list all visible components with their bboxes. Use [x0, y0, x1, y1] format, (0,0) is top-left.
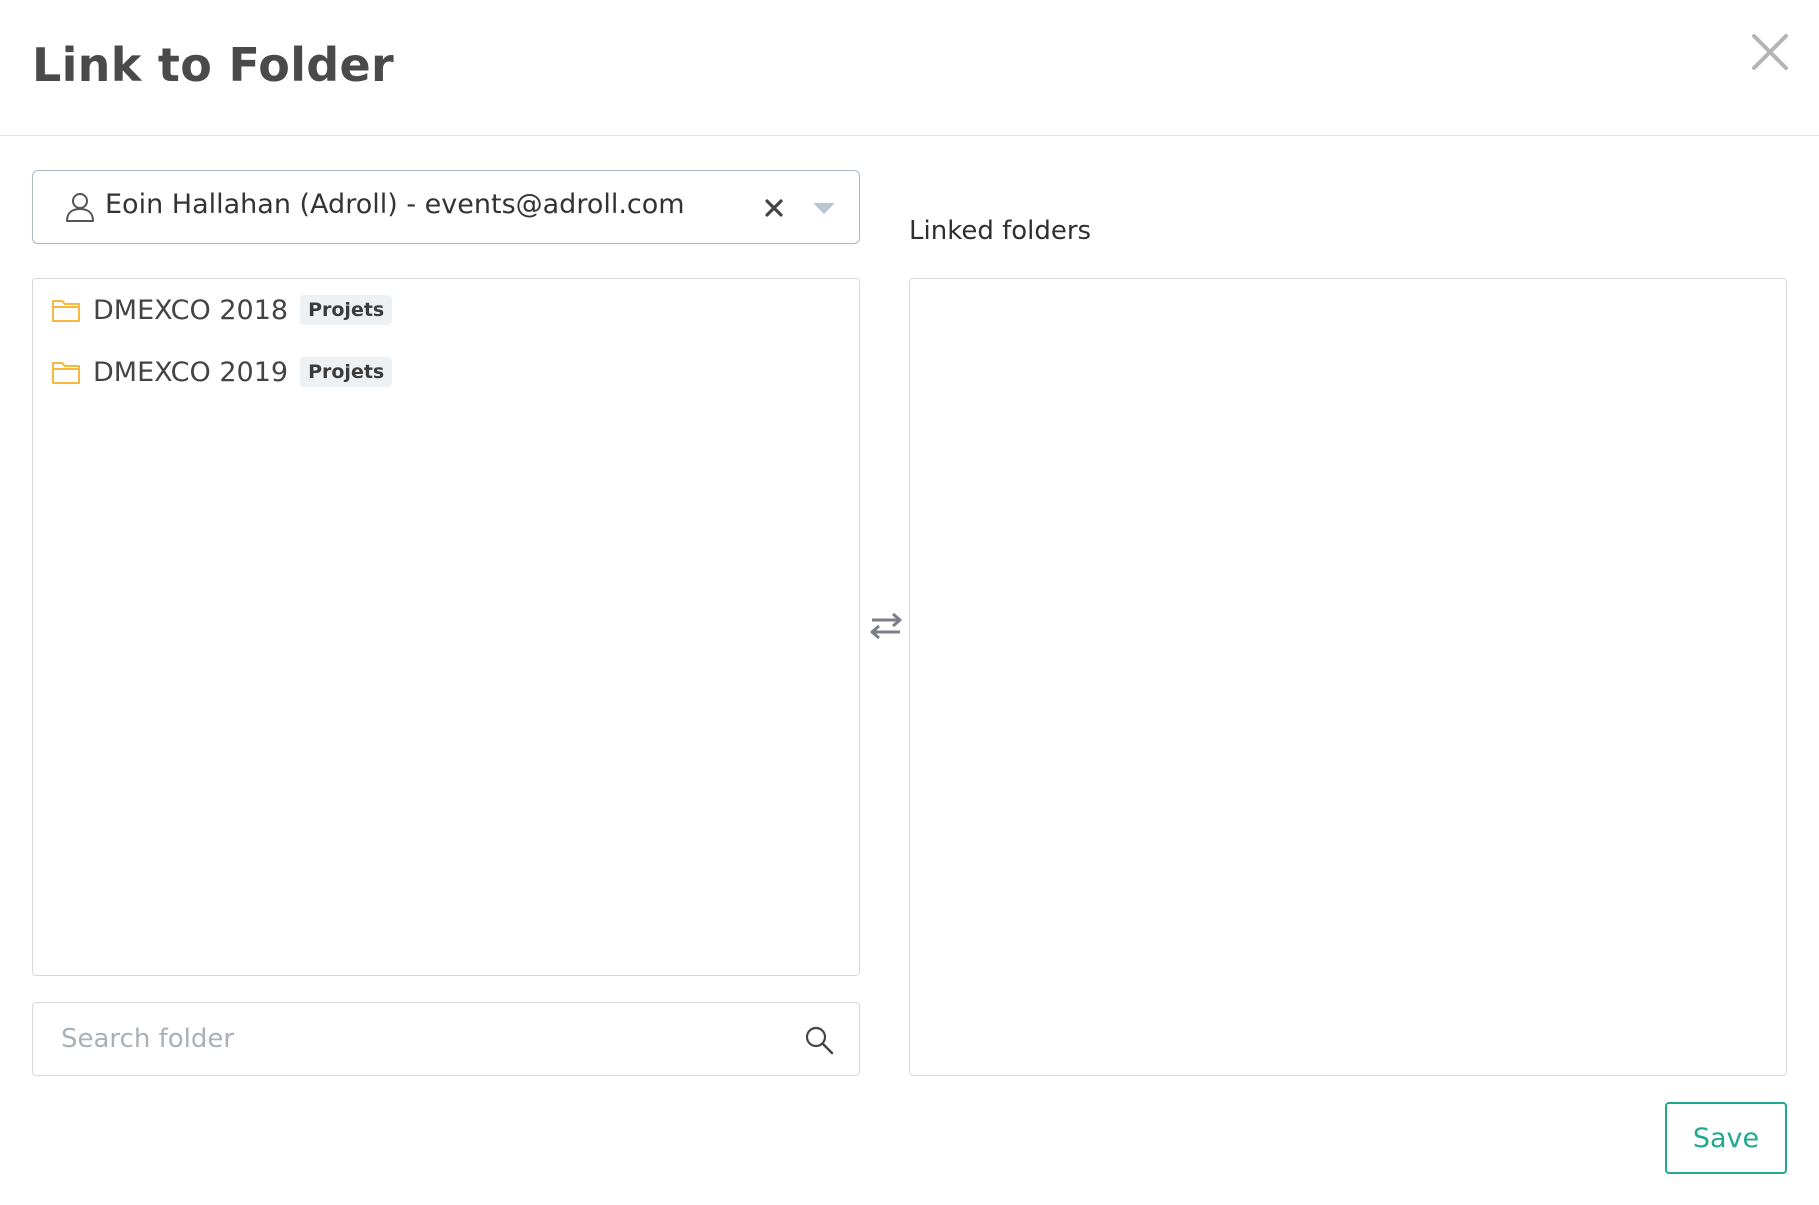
- clear-selection-icon[interactable]: [761, 195, 787, 221]
- folder-name: DMEXCO 2018: [93, 294, 289, 326]
- search-icon[interactable]: [803, 1024, 835, 1056]
- dialog-header: Link to Folder: [0, 0, 1819, 136]
- folder-tag-badge: Projets: [300, 357, 393, 387]
- available-folders-list[interactable]: DMEXCO 2018 Projets DMEXCO 2019 Projets: [32, 278, 860, 976]
- chevron-down-icon[interactable]: [811, 201, 837, 217]
- selected-user-value: Eoin Hallahan (Adroll) - events@adroll.c…: [105, 189, 685, 220]
- save-button[interactable]: Save: [1665, 1102, 1787, 1174]
- folder-icon: [51, 359, 81, 385]
- user-select[interactable]: Eoin Hallahan (Adroll) - events@adroll.c…: [32, 170, 860, 244]
- dialog-title: Link to Folder: [32, 38, 394, 92]
- user-icon: [63, 190, 97, 224]
- list-item[interactable]: DMEXCO 2018 Projets: [51, 287, 841, 333]
- linked-folders-label: Linked folders: [909, 216, 1092, 246]
- folder-tag-badge: Projets: [300, 295, 393, 325]
- list-item[interactable]: DMEXCO 2019 Projets: [51, 349, 841, 395]
- folder-name: DMEXCO 2019: [93, 356, 289, 388]
- link-to-folder-dialog: Link to Folder Eoin Hallahan (Adroll) - …: [0, 0, 1819, 1205]
- search-folder-input[interactable]: [61, 1017, 781, 1061]
- search-folder-box: [32, 1002, 860, 1076]
- folder-icon: [51, 297, 81, 323]
- transfer-arrows-icon[interactable]: [868, 610, 904, 642]
- linked-folders-list[interactable]: [909, 278, 1787, 1076]
- close-icon[interactable]: [1746, 28, 1794, 76]
